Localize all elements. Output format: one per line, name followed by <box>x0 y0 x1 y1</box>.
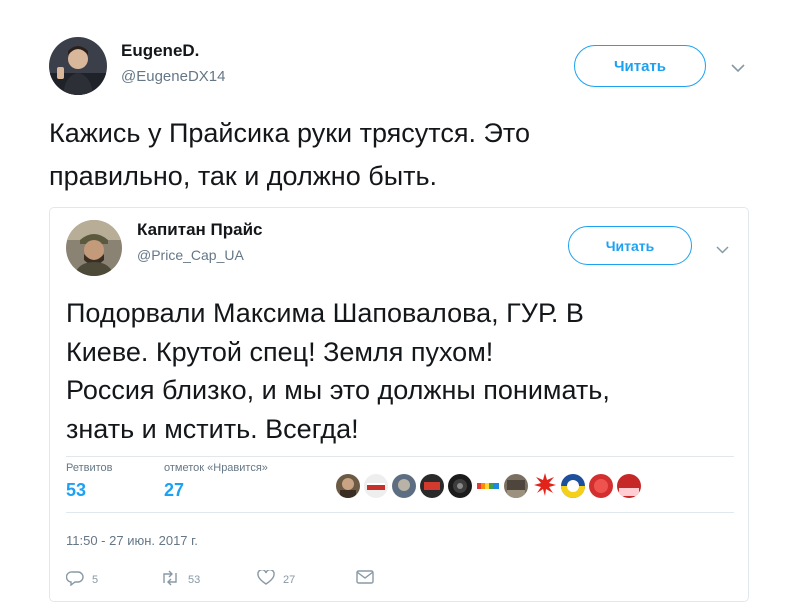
message-button[interactable] <box>356 570 374 587</box>
quoted-follow-button[interactable]: Читать <box>568 226 692 265</box>
quoted-text: Подорвали Максима Шаповалова, ГУР. В Кие… <box>66 294 610 448</box>
like-button[interactable]: 27 <box>257 569 296 589</box>
message-icon <box>356 570 374 587</box>
retweets-label[interactable]: Ретвитов <box>66 462 113 474</box>
timestamp[interactable]: 11:50 - 27 июн. 2017 г. <box>66 533 198 548</box>
tweet-text-line: правильно, так и должно быть. <box>49 161 438 191</box>
user-handle[interactable]: @EugeneDX14 <box>121 68 225 85</box>
follow-button[interactable]: Читать <box>574 45 706 87</box>
quoted-text-line: Подорвали Максима Шаповалова, ГУР. В <box>66 298 584 328</box>
quoted-avatar[interactable] <box>66 220 122 276</box>
chevron-down-icon[interactable] <box>731 60 745 73</box>
reply-icon <box>65 570 84 589</box>
retweet-count: 53 <box>188 573 201 586</box>
like-count: 27 <box>283 573 296 586</box>
liker-avatar[interactable] <box>448 474 472 498</box>
liker-avatar[interactable] <box>420 474 444 498</box>
retweet-button[interactable]: 53 <box>160 570 200 589</box>
liker-avatar[interactable] <box>589 474 613 498</box>
stats-divider-top <box>66 456 734 457</box>
stats-divider-bottom <box>66 512 734 513</box>
liker-avatar[interactable] <box>617 474 641 498</box>
liker-avatar[interactable] <box>504 474 528 498</box>
liker-avatar[interactable] <box>561 474 585 498</box>
liker-avatar[interactable] <box>476 474 500 498</box>
heart-icon <box>257 569 275 589</box>
liker-avatar[interactable] <box>392 474 416 498</box>
quoted-text-line: знать и мстить. Всегда! <box>66 413 359 444</box>
reply-button[interactable]: 5 <box>65 570 99 589</box>
quoted-user-handle[interactable]: @Price_Cap_UA <box>137 247 244 263</box>
liker-avatar[interactable] <box>336 474 360 498</box>
retweet-icon <box>160 570 180 589</box>
tweet-text-line: Кажись у Прайсика руки трясутся. Это <box>49 118 530 148</box>
avatar[interactable] <box>49 37 107 95</box>
reply-count: 5 <box>92 573 99 586</box>
quoted-display-name[interactable]: Капитан Прайс <box>137 220 263 240</box>
liker-avatar[interactable] <box>364 474 388 498</box>
chevron-down-icon[interactable] <box>716 241 729 254</box>
liker-avatar[interactable] <box>533 472 557 496</box>
likes-label[interactable]: отметок «Нравится» <box>164 462 268 474</box>
retweets-count[interactable]: 53 <box>66 480 86 501</box>
likes-count[interactable]: 27 <box>164 480 184 501</box>
display-name[interactable]: EugeneD. <box>121 41 199 61</box>
quoted-text-line: Киеве. Крутой спец! Земля пухом! <box>66 336 494 367</box>
quoted-text-line: Россия близко, и мы это должны понимать, <box>66 375 610 405</box>
